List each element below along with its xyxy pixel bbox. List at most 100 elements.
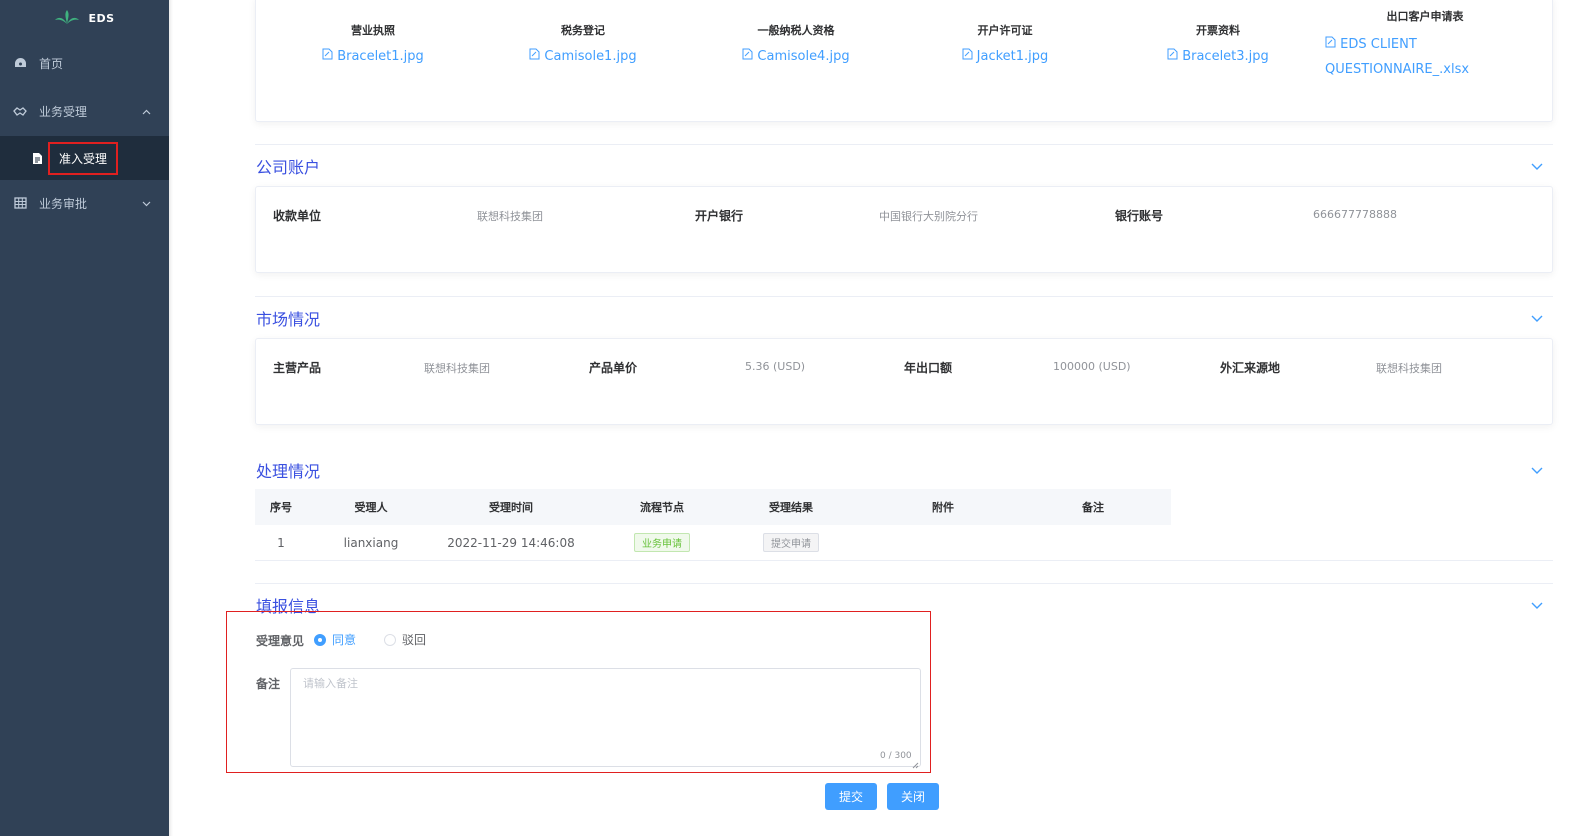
radio-agree-label: 同意 xyxy=(332,633,357,647)
file-icon xyxy=(962,48,973,64)
sidebar-item-label: 首页 xyxy=(39,56,64,71)
remark-textarea[interactable] xyxy=(290,668,921,767)
char-counter: 0 / 300 xyxy=(880,751,912,761)
document-column: 税务登记 Camisole1.jpg xyxy=(528,22,638,64)
table-header-cell: 受理结果 xyxy=(769,501,813,514)
document-filename: EDS CLIENT xyxy=(1340,37,1417,52)
document-filename: QUESTIONNAIRE_.xlsx xyxy=(1325,62,1470,77)
brand-name: EDS xyxy=(88,11,115,25)
document-filename: Jacket1.jpg xyxy=(976,48,1049,64)
account-card xyxy=(255,186,1553,273)
document-link[interactable]: Camisole1.jpg xyxy=(529,48,637,64)
sidebar-item-home[interactable]: 首页 xyxy=(0,40,169,86)
radio-checked-icon xyxy=(314,633,326,646)
radio-reject[interactable]: 驳回 xyxy=(384,631,426,648)
table-cell-node: 业务申请 xyxy=(587,533,737,552)
document-link[interactable]: Bracelet3.jpg xyxy=(1167,48,1269,64)
table-cell-handler: lianxiang xyxy=(343,535,399,550)
resize-handle-icon[interactable] xyxy=(912,758,919,772)
document-title: 开户许可证 xyxy=(977,24,1033,37)
table-cell-time: 2022-11-29 14:46:08 xyxy=(447,535,575,550)
chevron-down-icon[interactable] xyxy=(1530,312,1544,322)
section-title-market: 市场情况 xyxy=(256,310,321,329)
payee-label: 收款单位 xyxy=(273,209,322,223)
table-header: 序号 受理人 受理时间 流程节点 受理结果 附件 备注 xyxy=(255,489,1171,525)
sidebar-item-admission[interactable]: 准入受理 xyxy=(0,136,169,180)
document-title: 税务登记 xyxy=(561,24,605,37)
sidebar: EDS 首页 业务受理 准入受理 业务审批 xyxy=(0,0,169,836)
sidebar-shadow xyxy=(169,0,173,836)
export-value: 100000 (USD) xyxy=(1053,360,1131,373)
chevron-down-icon xyxy=(142,196,151,210)
file-icon xyxy=(1167,48,1178,64)
chevron-down-icon[interactable] xyxy=(1530,160,1544,170)
document-title: 出口客户申请表 xyxy=(1386,10,1464,23)
account-number-value: 666677778888 xyxy=(1313,208,1397,221)
sidebar-subitem-label: 准入受理 xyxy=(48,141,119,175)
result-tag: 提交申请 xyxy=(763,533,819,552)
document-icon xyxy=(30,151,44,165)
document-column: 开票资料 Bracelet3.jpg xyxy=(1162,22,1274,64)
table-header-cell: 附件 xyxy=(932,501,954,514)
opinion-label: 受理意见 xyxy=(256,634,305,648)
remark-label: 备注 xyxy=(256,677,281,691)
document-filename: Bracelet3.jpg xyxy=(1182,48,1269,64)
product-value: 联想科技集团 xyxy=(424,362,490,375)
sidebar-item-label: 业务受理 xyxy=(39,104,88,119)
price-label: 产品单价 xyxy=(589,361,638,375)
file-icon xyxy=(1325,36,1336,52)
radio-reject-label: 驳回 xyxy=(402,633,427,647)
product-label: 主营产品 xyxy=(273,361,322,375)
table-header-cell: 受理人 xyxy=(354,501,388,514)
logo: EDS xyxy=(0,0,169,36)
leaf-logo-icon xyxy=(54,9,80,28)
document-column: 一般纳税人资格 Camisole4.jpg xyxy=(736,22,856,64)
source-label: 外汇来源地 xyxy=(1220,361,1281,375)
bank-label: 开户银行 xyxy=(695,209,744,223)
document-link[interactable]: EDS CLIENT QUESTIONNAIRE_.xlsx xyxy=(1325,36,1525,77)
file-icon xyxy=(742,48,753,64)
submit-button[interactable]: 提交 xyxy=(825,783,877,810)
document-title: 一般纳税人资格 xyxy=(757,24,835,37)
section-title-process: 处理情况 xyxy=(256,462,321,481)
document-filename: Bracelet1.jpg xyxy=(337,48,424,64)
table-header-cell: 受理时间 xyxy=(489,501,533,514)
price-value: 5.36 (USD) xyxy=(745,360,806,373)
document-link[interactable]: Camisole4.jpg xyxy=(742,48,850,64)
document-link[interactable]: Bracelet1.jpg xyxy=(322,48,424,64)
table-row: 1 lianxiang 2022-11-29 14:46:08 业务申请 提交申… xyxy=(255,525,1171,561)
grid-icon xyxy=(13,196,27,210)
radio-agree[interactable]: 同意 xyxy=(314,631,356,648)
sidebar-item-business[interactable]: 业务受理 xyxy=(0,88,169,134)
dashboard-icon xyxy=(13,56,27,70)
section-title-account: 公司账户 xyxy=(256,158,321,177)
document-column: 出口客户申请表 EDS CLIENT QUESTIONNAIRE_.xlsx xyxy=(1325,8,1525,77)
file-icon xyxy=(529,48,540,64)
document-title: 营业执照 xyxy=(351,24,395,37)
section-divider xyxy=(255,560,1553,561)
market-card xyxy=(255,338,1553,425)
chevron-up-icon xyxy=(142,104,151,118)
document-column: 开户许可证 Jacket1.jpg xyxy=(955,22,1055,64)
section-divider xyxy=(255,296,1553,297)
document-link[interactable]: Jacket1.jpg xyxy=(962,48,1049,64)
section-divider xyxy=(255,144,1553,145)
table-cell-result: 提交申请 xyxy=(737,533,845,552)
payee-value: 联想科技集团 xyxy=(477,210,543,223)
file-icon xyxy=(322,48,333,64)
table-header-cell: 序号 xyxy=(270,501,292,514)
chevron-down-icon[interactable] xyxy=(1530,599,1544,609)
account-number-label: 银行账号 xyxy=(1115,209,1164,223)
radio-unchecked-icon xyxy=(384,633,396,646)
table-header-cell: 备注 xyxy=(1082,501,1104,514)
close-button[interactable]: 关闭 xyxy=(887,783,939,810)
source-value: 联想科技集团 xyxy=(1376,362,1442,375)
table-header-cell: 流程节点 xyxy=(640,501,684,514)
export-label: 年出口额 xyxy=(904,361,953,375)
section-divider xyxy=(255,583,1553,584)
sidebar-item-label: 业务审批 xyxy=(39,196,88,211)
chevron-down-icon[interactable] xyxy=(1530,464,1544,474)
handshake-icon xyxy=(13,104,27,118)
sidebar-item-approval[interactable]: 业务审批 xyxy=(0,180,169,226)
document-filename: Camisole1.jpg xyxy=(544,48,637,64)
